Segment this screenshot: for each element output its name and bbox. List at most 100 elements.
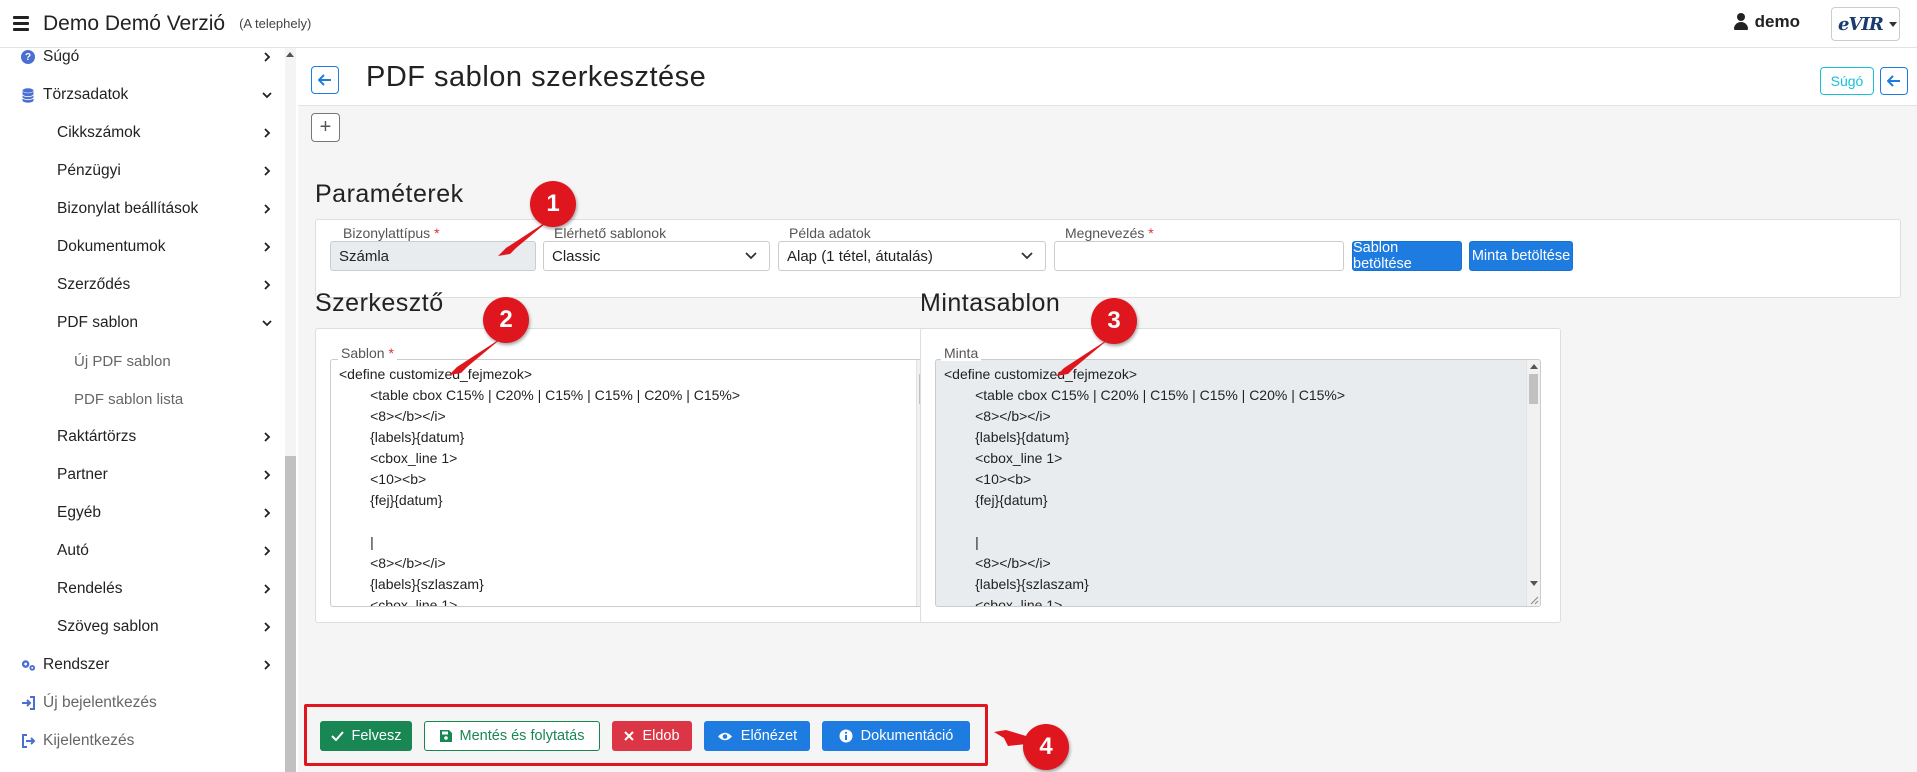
resize-grip-icon[interactable] — [1527, 593, 1539, 605]
sidebar-item-pdf-template-list[interactable]: PDF sablon lista — [0, 380, 282, 418]
arrow-left-icon — [318, 74, 331, 86]
chevron-right-icon — [264, 660, 271, 670]
editor-panel: <define customized_fejmezok> <table cbox… — [315, 328, 956, 623]
sidebar-item-label: Szerződés — [57, 276, 131, 293]
load-sample-button[interactable]: Minta betöltése — [1469, 241, 1573, 271]
sidebar-item-pdf-template[interactable]: PDF sablon — [0, 304, 282, 342]
sample-data-select[interactable]: Alap (1 tétel, átutalás) — [778, 241, 1046, 271]
code-line: <table cbox C15% | C20% | C15% | C15% | … — [944, 387, 1346, 403]
scroll-down-arrow-icon — [1530, 581, 1538, 586]
page-header: PDF sablon szerkesztése Súgó — [298, 48, 1917, 106]
back-button[interactable] — [311, 66, 339, 94]
sidebar-item-item-numbers[interactable]: Cikkszámok — [0, 114, 282, 152]
chevron-right-icon — [264, 280, 271, 290]
chevron-right-icon — [264, 584, 271, 594]
sidebar-item-car[interactable]: Autó — [0, 532, 282, 570]
sidebar-item-order[interactable]: Rendelés — [0, 570, 282, 608]
chevron-right-icon — [264, 166, 271, 176]
name-input[interactable] — [1054, 241, 1344, 271]
sidebar-item-text-template[interactable]: Szöveg sablon — [0, 608, 282, 646]
discard-label: Eldob — [642, 728, 680, 744]
info-circle-icon — [839, 729, 853, 743]
code-line: {labels}{datum} — [339, 429, 465, 445]
sidebar-item-partner[interactable]: Partner — [0, 456, 282, 494]
sidebar-item-label: Bizonylat beállítások — [57, 200, 199, 217]
add-button[interactable]: + — [311, 113, 340, 142]
templates-select[interactable]: Classic — [543, 241, 770, 271]
sidebar-item-label: Súgó — [43, 48, 80, 65]
documentation-button[interactable]: Dokumentáció — [822, 721, 970, 751]
chevron-down-icon — [745, 252, 757, 260]
help-circle-icon: ? — [20, 49, 36, 65]
sidebar-item-label: Pénzügyi — [57, 162, 121, 179]
help-button[interactable]: Súgó — [1820, 67, 1874, 95]
discard-button[interactable]: Eldob — [612, 721, 692, 751]
floppy-disk-icon — [439, 730, 452, 742]
sidebar-item-label: Kijelentkezés — [43, 732, 135, 749]
sidebar-item-label: Rendszer — [43, 656, 110, 673]
chevron-right-icon — [264, 204, 271, 214]
back-button-right[interactable] — [1880, 67, 1908, 95]
sidebar-item-new-login[interactable]: Új bejelentkezés — [0, 684, 282, 722]
sidebar-item-label: Dokumentumok — [57, 238, 166, 255]
sidebar-item-warehouse[interactable]: Raktártörzs — [0, 418, 282, 456]
username: demo — [1754, 12, 1800, 31]
load-template-button[interactable]: Sablon betöltése — [1352, 240, 1462, 272]
sidebar-item-contract[interactable]: Szerződés — [0, 266, 282, 304]
sidebar-item-label: Partner — [57, 466, 108, 483]
callout-badge-4: 4 — [1023, 724, 1069, 770]
caret-down-icon — [1888, 21, 1897, 27]
save-continue-label: Mentés és folytatás — [459, 728, 585, 744]
code-line: <define customized_fejmezok> — [944, 366, 1137, 382]
documentation-label: Dokumentáció — [860, 728, 954, 744]
logo: eVIR — [1838, 13, 1884, 35]
sidebar-item-other[interactable]: Egyéb — [0, 494, 282, 532]
sidebar-item-new-pdf-template[interactable]: Új PDF sablon — [0, 342, 282, 380]
template-label: Sablon * — [338, 345, 397, 361]
save-button[interactable]: Felvesz — [320, 721, 412, 751]
sidebar-item-documents[interactable]: Dokumentumok — [0, 228, 282, 266]
sidebar-item-financial[interactable]: Pénzügyi — [0, 152, 282, 190]
scroll-up-arrow-icon[interactable] — [286, 52, 294, 57]
code-line: <8></b></i> — [339, 555, 446, 571]
chevron-right-icon — [264, 546, 271, 556]
code-line: <8></b></i> — [339, 408, 446, 424]
save-continue-button[interactable]: Mentés és folytatás — [424, 721, 600, 751]
top-bar: Demo Demó Verzió (A telephely) demo eVIR — [0, 0, 1917, 48]
hamburger-menu-icon[interactable] — [13, 16, 29, 31]
sample-title: Mintasablon — [920, 289, 1061, 317]
callout-badge-1: 1 — [530, 181, 576, 227]
preview-label: Előnézet — [740, 728, 798, 744]
arrow-left-icon — [1887, 75, 1900, 87]
code-line: <cbox_line 1> — [339, 450, 458, 466]
callout-arrow-3 — [1056, 338, 1110, 376]
code-line: <cbox_line 1> — [944, 597, 1063, 607]
sidebar-item-system[interactable]: Rendszer — [0, 646, 282, 684]
sidebar-scrollbar-thumb[interactable] — [285, 456, 296, 772]
sample-label: Minta — [941, 345, 982, 361]
sidebar-item-help[interactable]: ? Súgó — [0, 48, 282, 76]
code-line: <define customized_fejmezok> — [339, 366, 532, 382]
sample-scrollbar-thumb[interactable] — [1529, 374, 1538, 404]
app-title: Demo Demó Verzió — [43, 11, 226, 35]
chevron-down-icon — [1021, 252, 1033, 260]
user-menu[interactable]: demo — [1733, 12, 1800, 32]
chevron-right-icon — [264, 52, 271, 62]
sample-scrollbar[interactable] — [1526, 360, 1540, 606]
callout-arrow-2 — [449, 337, 503, 375]
logo-dropdown[interactable]: eVIR — [1831, 7, 1900, 41]
user-icon — [1733, 13, 1749, 31]
template-textarea[interactable]: <define customized_fejmezok> <table cbox… — [330, 359, 931, 607]
sidebar-item-label: Autó — [57, 542, 89, 559]
templates-label: Elérhető sablonok — [551, 225, 670, 241]
chevron-right-icon — [264, 470, 271, 480]
sidebar-item-label: Cikkszámok — [57, 124, 141, 141]
chevron-down-icon — [262, 92, 272, 99]
sidebar-item-document-settings[interactable]: Bizonylat beállítások — [0, 190, 282, 228]
sidebar-item-master-data[interactable]: Törzsadatok — [0, 76, 282, 114]
preview-button[interactable]: Előnézet — [704, 721, 810, 751]
code-line: {fej}{datum} — [339, 492, 443, 508]
sample-code: <define customized_fejmezok> <table cbox… — [944, 364, 1524, 607]
sidebar-item-logout[interactable]: Kijelentkezés — [0, 722, 282, 760]
